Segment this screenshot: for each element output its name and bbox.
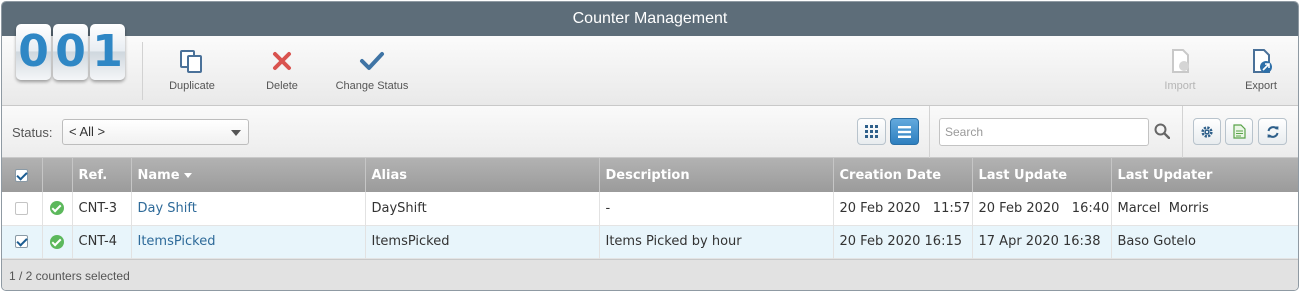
grid-icon: [865, 125, 878, 138]
delete-label: Delete: [266, 80, 298, 92]
cell-alias: ItemsPicked: [365, 225, 600, 258]
row-select-cell: [2, 225, 43, 258]
change-status-label: Change Status: [335, 80, 409, 92]
row-select-cell: [2, 192, 43, 225]
duplicate-label: Duplicate: [169, 80, 215, 92]
row-status-cell: [42, 225, 73, 258]
status-dropdown[interactable]: < All >: [62, 119, 249, 145]
active-status-icon: [50, 201, 64, 216]
cell-description: -: [599, 192, 834, 225]
duplicate-icon: [180, 50, 202, 73]
cell-name: ItemsPicked: [131, 225, 366, 258]
delete-icon: [273, 52, 291, 70]
cell-creation-date: 20 Feb 2020 11:57: [833, 192, 973, 225]
search-input[interactable]: [939, 118, 1149, 146]
import-label: Import: [1164, 80, 1196, 92]
toolbar-divider: [142, 42, 143, 100]
column-header-name[interactable]: Name: [131, 158, 366, 192]
refresh-icon: [1267, 125, 1278, 138]
counter-name-link[interactable]: Day Shift: [138, 201, 197, 216]
cell-last-updater: Marcel Morris: [1111, 192, 1298, 225]
column-header-creation-date[interactable]: Creation Date: [833, 158, 973, 192]
select-all-cell: [2, 158, 43, 192]
select-all-checkbox[interactable]: [15, 168, 29, 182]
cell-last-updater: Baso Gotelo: [1111, 225, 1298, 258]
cell-description: Items Picked by hour: [599, 225, 834, 258]
column-header-ref[interactable]: Ref.: [72, 158, 132, 192]
chevron-down-icon: [231, 130, 241, 136]
document-icon: [1232, 124, 1246, 139]
cell-last-update: 20 Feb 2020 16:40: [972, 192, 1112, 225]
counter-logo: 0 0 1: [16, 24, 125, 80]
column-header-last-update[interactable]: Last Update: [972, 158, 1112, 192]
status-column-header: [42, 158, 73, 192]
filter-divider: [929, 106, 930, 158]
logo-digit: 0: [16, 24, 51, 80]
logo-digit: 0: [53, 24, 88, 80]
export-button[interactable]: Export: [1240, 46, 1282, 92]
counters-table: Ref. Name Alias Description Creation Dat…: [2, 158, 1298, 259]
delete-button[interactable]: Delete: [257, 46, 307, 92]
list-icon: [898, 125, 911, 138]
gear-icon: [1201, 125, 1213, 138]
refresh-button[interactable]: [1258, 118, 1287, 145]
counter-name-link[interactable]: ItemsPicked: [138, 234, 216, 249]
filter-bar: Status: < All >: [2, 106, 1298, 158]
status-label: Status:: [12, 125, 53, 140]
grid-view-button[interactable]: [857, 118, 886, 145]
cell-alias: DayShift: [365, 192, 600, 225]
cell-name: Day Shift: [131, 192, 366, 225]
change-status-button[interactable]: Change Status: [332, 46, 412, 92]
export-label: Export: [1245, 80, 1277, 92]
settings-button[interactable]: [1193, 118, 1221, 145]
counter-management-window: Counter Management 0 0 1 Duplicate Delet…: [1, 1, 1299, 291]
search-icon[interactable]: [1154, 123, 1170, 139]
table-header-row: Ref. Name Alias Description Creation Dat…: [2, 158, 1298, 192]
selection-count-text: 1 / 2 counters selected: [9, 269, 130, 283]
sort-descending-icon: [183, 172, 192, 178]
cell-ref: CNT-4: [72, 225, 132, 258]
cell-ref: CNT-3: [72, 192, 132, 225]
row-checkbox[interactable]: [15, 201, 29, 215]
logo-digit: 1: [90, 24, 125, 80]
table-row[interactable]: CNT-3 Day Shift DayShift - 20 Feb 2020 1…: [2, 192, 1298, 225]
cell-last-update: 17 Apr 2020 16:38: [972, 225, 1112, 258]
export-icon: [1253, 49, 1272, 73]
table-row[interactable]: CNT-4 ItemsPicked ItemsPicked Items Pick…: [2, 225, 1298, 258]
window-title: Counter Management: [2, 2, 1298, 36]
import-button[interactable]: Import: [1159, 46, 1201, 92]
selection-status-bar: 1 / 2 counters selected: [2, 259, 1298, 290]
import-icon: [1172, 49, 1189, 73]
active-status-icon: [50, 234, 64, 249]
column-header-description[interactable]: Description: [599, 158, 834, 192]
column-header-name-label: Name: [137, 167, 180, 183]
row-checkbox[interactable]: [15, 235, 29, 248]
status-selected-value: < All >: [69, 124, 106, 139]
column-header-last-updater[interactable]: Last Updater: [1111, 158, 1298, 192]
list-view-button[interactable]: [890, 118, 919, 145]
duplicate-button[interactable]: Duplicate: [162, 46, 222, 92]
column-header-alias[interactable]: Alias: [365, 158, 600, 192]
cell-creation-date: 20 Feb 2020 16:15: [833, 225, 973, 258]
row-status-cell: [42, 192, 73, 225]
checkmark-icon: [360, 52, 384, 70]
filter-divider: [1182, 106, 1183, 158]
toolbar: 0 0 1 Duplicate Delete Change Status Imp…: [2, 24, 1298, 106]
report-button[interactable]: [1225, 118, 1253, 145]
